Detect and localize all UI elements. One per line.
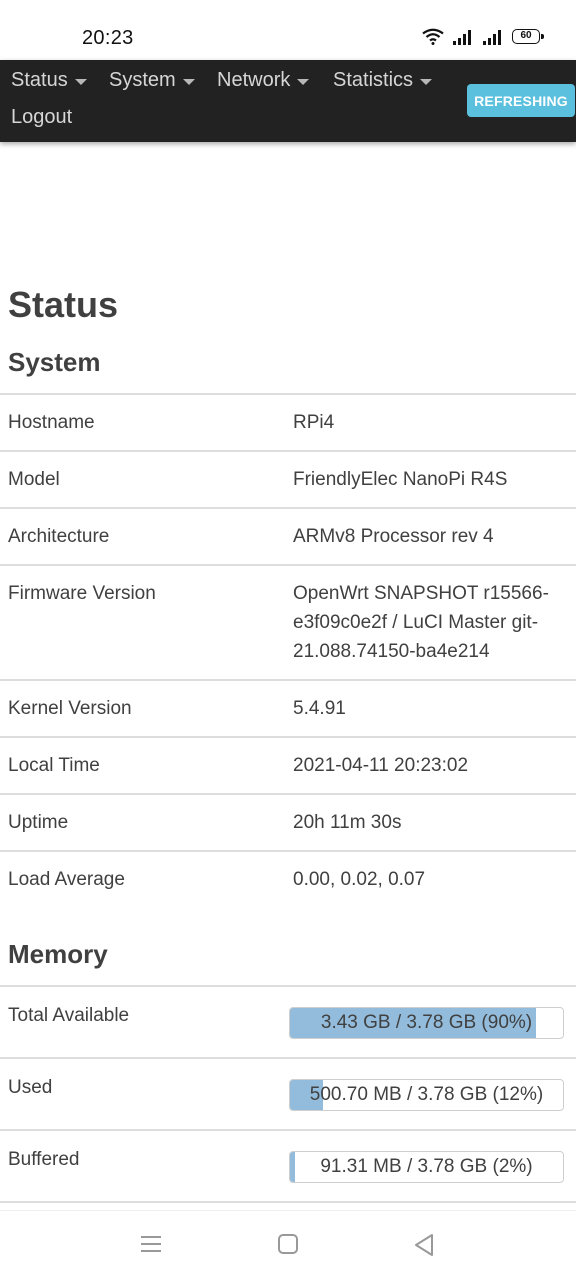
progress-label: 500.70 MB / 3.78 GB (12%) [309,1084,544,1105]
nav-menu-status[interactable]: Status [11,69,87,92]
section-title-memory: Memory [8,939,108,969]
row-value: FriendlyElec NanoPi R4S [293,469,508,490]
nav-menu-label: Network [217,69,291,91]
row-value: 5.4.91 [293,698,346,719]
logout-link[interactable]: Logout [11,106,72,129]
back-icon[interactable] [413,1233,435,1257]
battery-icon: 60 [512,29,544,44]
row-key: Total Available [8,1005,130,1026]
caret-down-icon [74,78,87,85]
progress-bar: 3.43 GB / 3.78 GB (90%) [289,1007,564,1039]
table-row: Architecture ARMv8 Processor rev 4 [0,508,576,565]
memory-table: Total Available 3.43 GB / 3.78 GB (90%) … [0,985,576,1204]
nav-menu-statistics[interactable]: Statistics [333,69,433,92]
refreshing-badge[interactable]: REFRESHING [467,84,575,117]
row-value: ARMv8 Processor rev 4 [293,526,494,547]
row-key: Uptime [8,812,69,833]
table-row: Local Time 2021-04-11 20:23:02 [0,737,576,794]
nav-menu-label: System [109,69,176,91]
table-row: Hostname RPi4 [0,394,576,451]
row-value: 2021-04-11 20:23:02 [293,755,469,776]
table-row: Model FriendlyElec NanoPi R4S [0,451,576,508]
table-row: Buffered 91.31 MB / 3.78 GB (2%) [0,1130,576,1202]
row-value: 20h 11m 30s [293,812,402,833]
android-nav-bar [0,1210,576,1280]
section-title-system: System [8,347,101,377]
nav-menu-system[interactable]: System [109,69,195,92]
row-key: Architecture [8,526,110,547]
row-key: Model [8,469,60,490]
menu-icon[interactable] [140,1233,162,1255]
table-row [0,1202,576,1204]
top-navbar: Status System Network Statistics Logout … [0,60,576,142]
row-value: RPi4 [293,412,335,433]
table-row: Used 500.70 MB / 3.78 GB (12%) [0,1058,576,1130]
row-value: 500.70 MB / 3.78 GB (12%) [281,1058,576,1130]
row-key: Hostname [8,412,95,433]
status-icons: 60 [422,28,544,45]
row-key: Local Time [8,755,100,776]
row-value: 0.00, 0.02, 0.07 [293,869,426,890]
page-title: Status [8,284,119,325]
row-value: OpenWrt SNAPSHOT r15566-e3f09c0e2f / LuC… [293,583,549,662]
signal-icon [453,29,471,45]
progress-label: 91.31 MB / 3.78 GB (2%) [320,1156,533,1177]
row-key: Load Average [8,869,125,890]
row-value: 91.31 MB / 3.78 GB (2%) [281,1130,576,1202]
table-row: Total Available 3.43 GB / 3.78 GB (90%) [0,986,576,1058]
home-icon[interactable] [277,1233,299,1255]
table-row: Firmware Version OpenWrt SNAPSHOT r15566… [0,565,576,680]
wifi-icon [422,28,444,45]
nav-menu-network[interactable]: Network [217,69,310,92]
caret-down-icon [297,78,310,85]
signal-icon [483,29,501,45]
progress-bar: 91.31 MB / 3.78 GB (2%) [289,1151,564,1183]
caret-down-icon [182,78,195,85]
phone-status-bar: 20:23 60 [0,0,576,60]
progress-bar: 500.70 MB / 3.78 GB (12%) [289,1079,564,1111]
nav-menu-label: Status [11,69,68,91]
row-key: Kernel Version [8,698,132,719]
row-value: 3.43 GB / 3.78 GB (90%) [281,986,576,1058]
nav-menu-label: Statistics [333,69,414,91]
table-row: Uptime 20h 11m 30s [0,794,576,851]
clock: 20:23 [82,27,134,49]
progress-label: 3.43 GB / 3.78 GB (90%) [320,1012,533,1033]
table-row: Kernel Version 5.4.91 [0,680,576,737]
caret-down-icon [420,78,433,85]
row-key: Used [8,1077,53,1098]
row-key: Firmware Version [8,583,156,604]
system-table: Hostname RPi4 Model FriendlyElec NanoPi … [0,393,576,907]
row-key: Buffered [8,1149,80,1170]
table-end [0,1202,576,1203]
table-row: Load Average 0.00, 0.02, 0.07 [0,851,576,907]
